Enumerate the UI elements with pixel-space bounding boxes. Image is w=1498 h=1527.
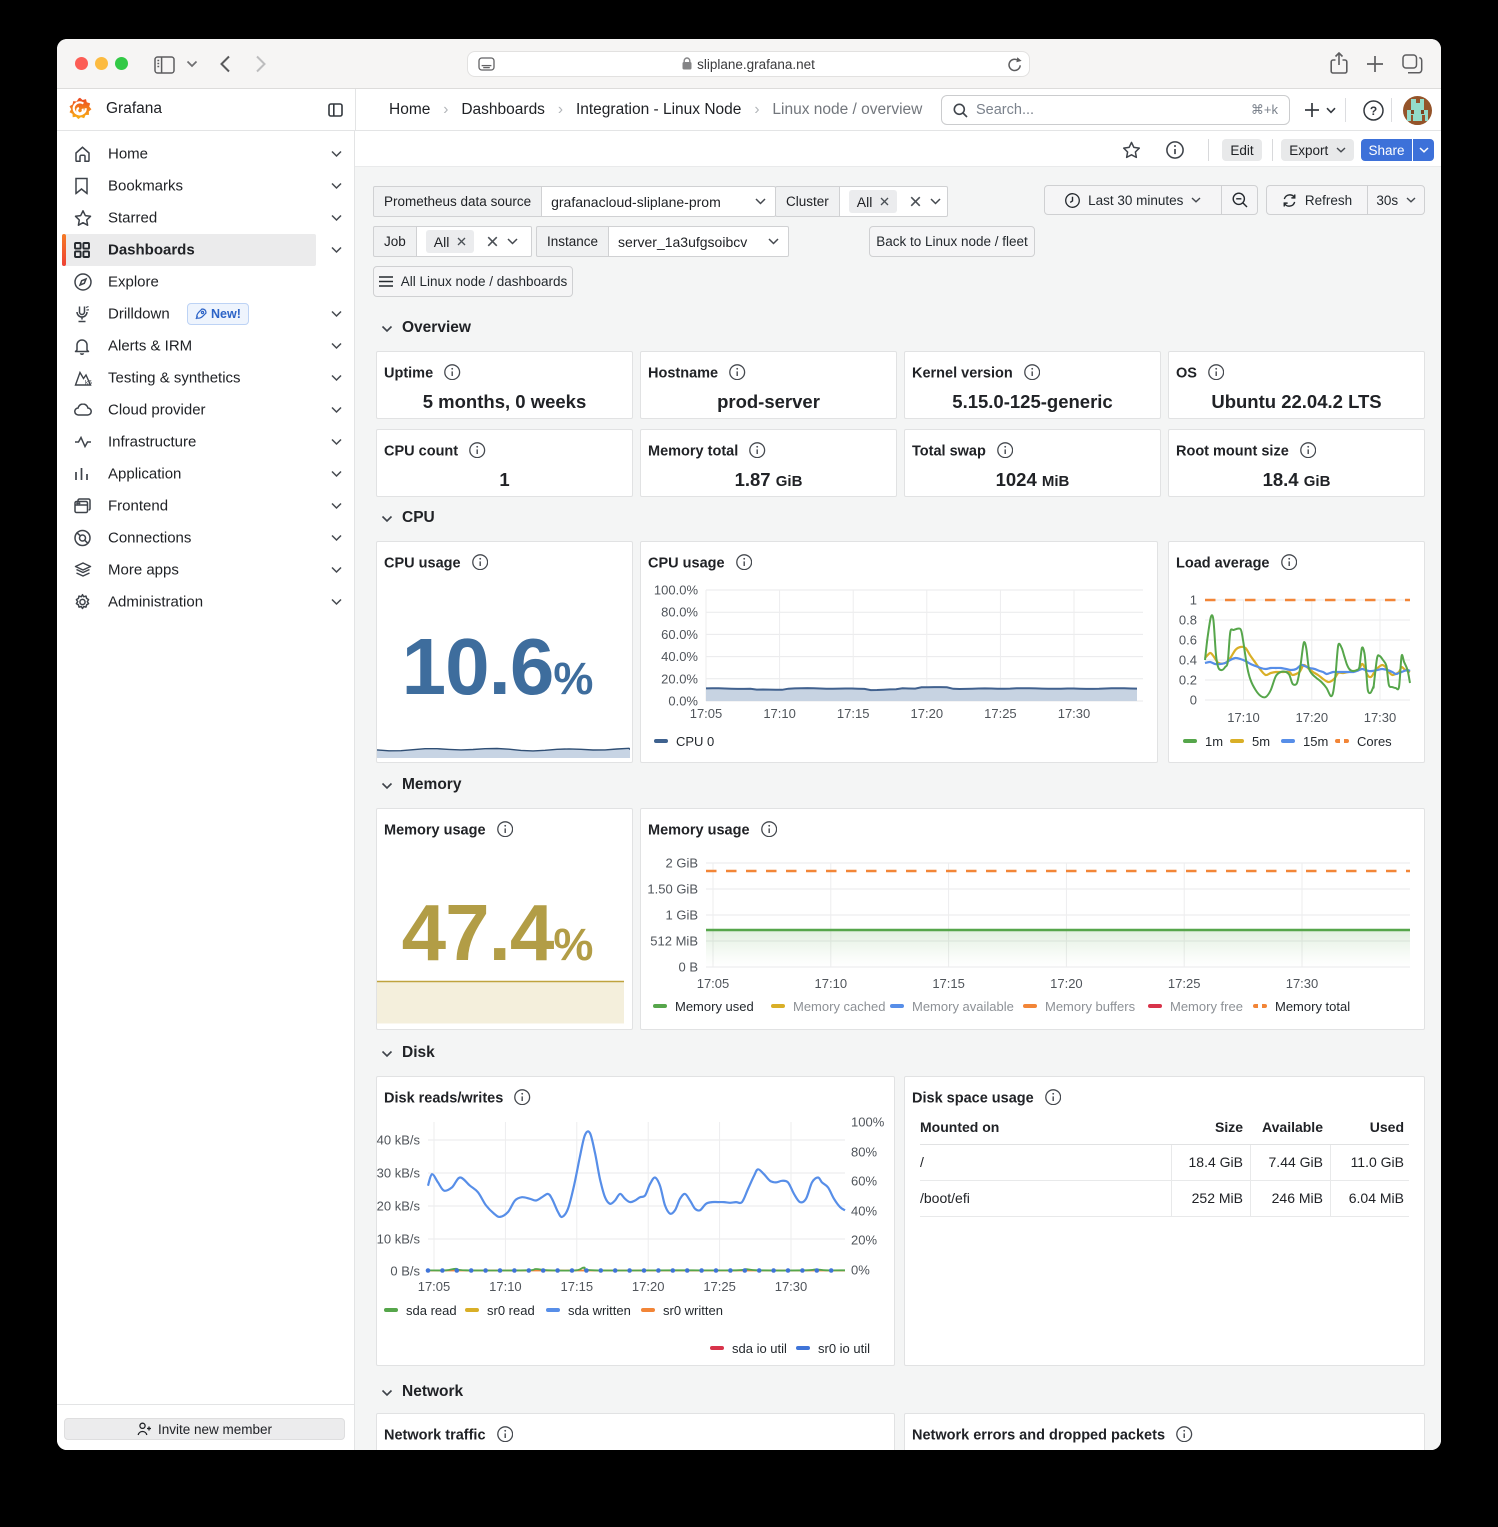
svg-text:17:15: 17:15 bbox=[561, 1279, 594, 1294]
svg-text:100.0%: 100.0% bbox=[654, 583, 699, 598]
svg-text:17:20: 17:20 bbox=[911, 706, 944, 721]
svg-text:0 B: 0 B bbox=[678, 960, 698, 975]
svg-text:60.0%: 60.0% bbox=[661, 627, 698, 642]
svg-text:17:20: 17:20 bbox=[632, 1279, 665, 1294]
svg-text:17:25: 17:25 bbox=[984, 706, 1017, 721]
svg-text:60%: 60% bbox=[851, 1174, 877, 1189]
svg-text:40 kB/s: 40 kB/s bbox=[377, 1133, 421, 1148]
svg-text:20%: 20% bbox=[851, 1233, 877, 1248]
svg-text:17:05: 17:05 bbox=[690, 706, 723, 721]
svg-text:20.0%: 20.0% bbox=[661, 671, 698, 686]
svg-text:0: 0 bbox=[1190, 693, 1197, 708]
svg-text:1 GiB: 1 GiB bbox=[665, 908, 698, 923]
svg-text:80.0%: 80.0% bbox=[661, 605, 698, 620]
svg-text:1: 1 bbox=[1190, 593, 1197, 608]
svg-text:17:15: 17:15 bbox=[837, 706, 870, 721]
svg-text:17:10: 17:10 bbox=[1227, 710, 1260, 725]
svg-text:40.0%: 40.0% bbox=[661, 649, 698, 664]
svg-text:17:30: 17:30 bbox=[1364, 710, 1397, 725]
svg-text:20 kB/s: 20 kB/s bbox=[377, 1199, 421, 1214]
svg-text:17:10: 17:10 bbox=[763, 706, 796, 721]
svg-text:17:15: 17:15 bbox=[932, 976, 965, 991]
svg-text:17:30: 17:30 bbox=[775, 1279, 808, 1294]
svg-text:40%: 40% bbox=[851, 1204, 877, 1219]
svg-text:?: ? bbox=[1370, 104, 1377, 118]
svg-text:0.6: 0.6 bbox=[1179, 633, 1197, 648]
svg-text:0.2: 0.2 bbox=[1179, 673, 1197, 688]
svg-text:1.50 GiB: 1.50 GiB bbox=[647, 882, 698, 897]
svg-text:2 GiB: 2 GiB bbox=[665, 856, 698, 871]
svg-text:17:30: 17:30 bbox=[1286, 976, 1319, 991]
svg-text:512 MiB: 512 MiB bbox=[650, 934, 698, 949]
svg-text:17:20: 17:20 bbox=[1296, 710, 1329, 725]
svg-text:0 B/s: 0 B/s bbox=[390, 1264, 420, 1279]
svg-text:17:05: 17:05 bbox=[697, 976, 730, 991]
svg-text:100%: 100% bbox=[851, 1115, 885, 1130]
svg-text:17:25: 17:25 bbox=[1168, 976, 1201, 991]
svg-text:10 kB/s: 10 kB/s bbox=[377, 1232, 421, 1247]
svg-text:0%: 0% bbox=[851, 1263, 870, 1278]
svg-text:30 kB/s: 30 kB/s bbox=[377, 1166, 421, 1181]
svg-text:17:10: 17:10 bbox=[489, 1279, 522, 1294]
svg-text:0.8: 0.8 bbox=[1179, 613, 1197, 628]
svg-text:k6: k6 bbox=[85, 380, 92, 387]
svg-text:17:10: 17:10 bbox=[815, 976, 848, 991]
svg-text:0.4: 0.4 bbox=[1179, 653, 1197, 668]
svg-text:17:20: 17:20 bbox=[1050, 976, 1083, 991]
svg-text:80%: 80% bbox=[851, 1145, 877, 1160]
svg-text:17:25: 17:25 bbox=[703, 1279, 736, 1294]
svg-text:17:30: 17:30 bbox=[1058, 706, 1091, 721]
svg-text:17:05: 17:05 bbox=[418, 1279, 451, 1294]
